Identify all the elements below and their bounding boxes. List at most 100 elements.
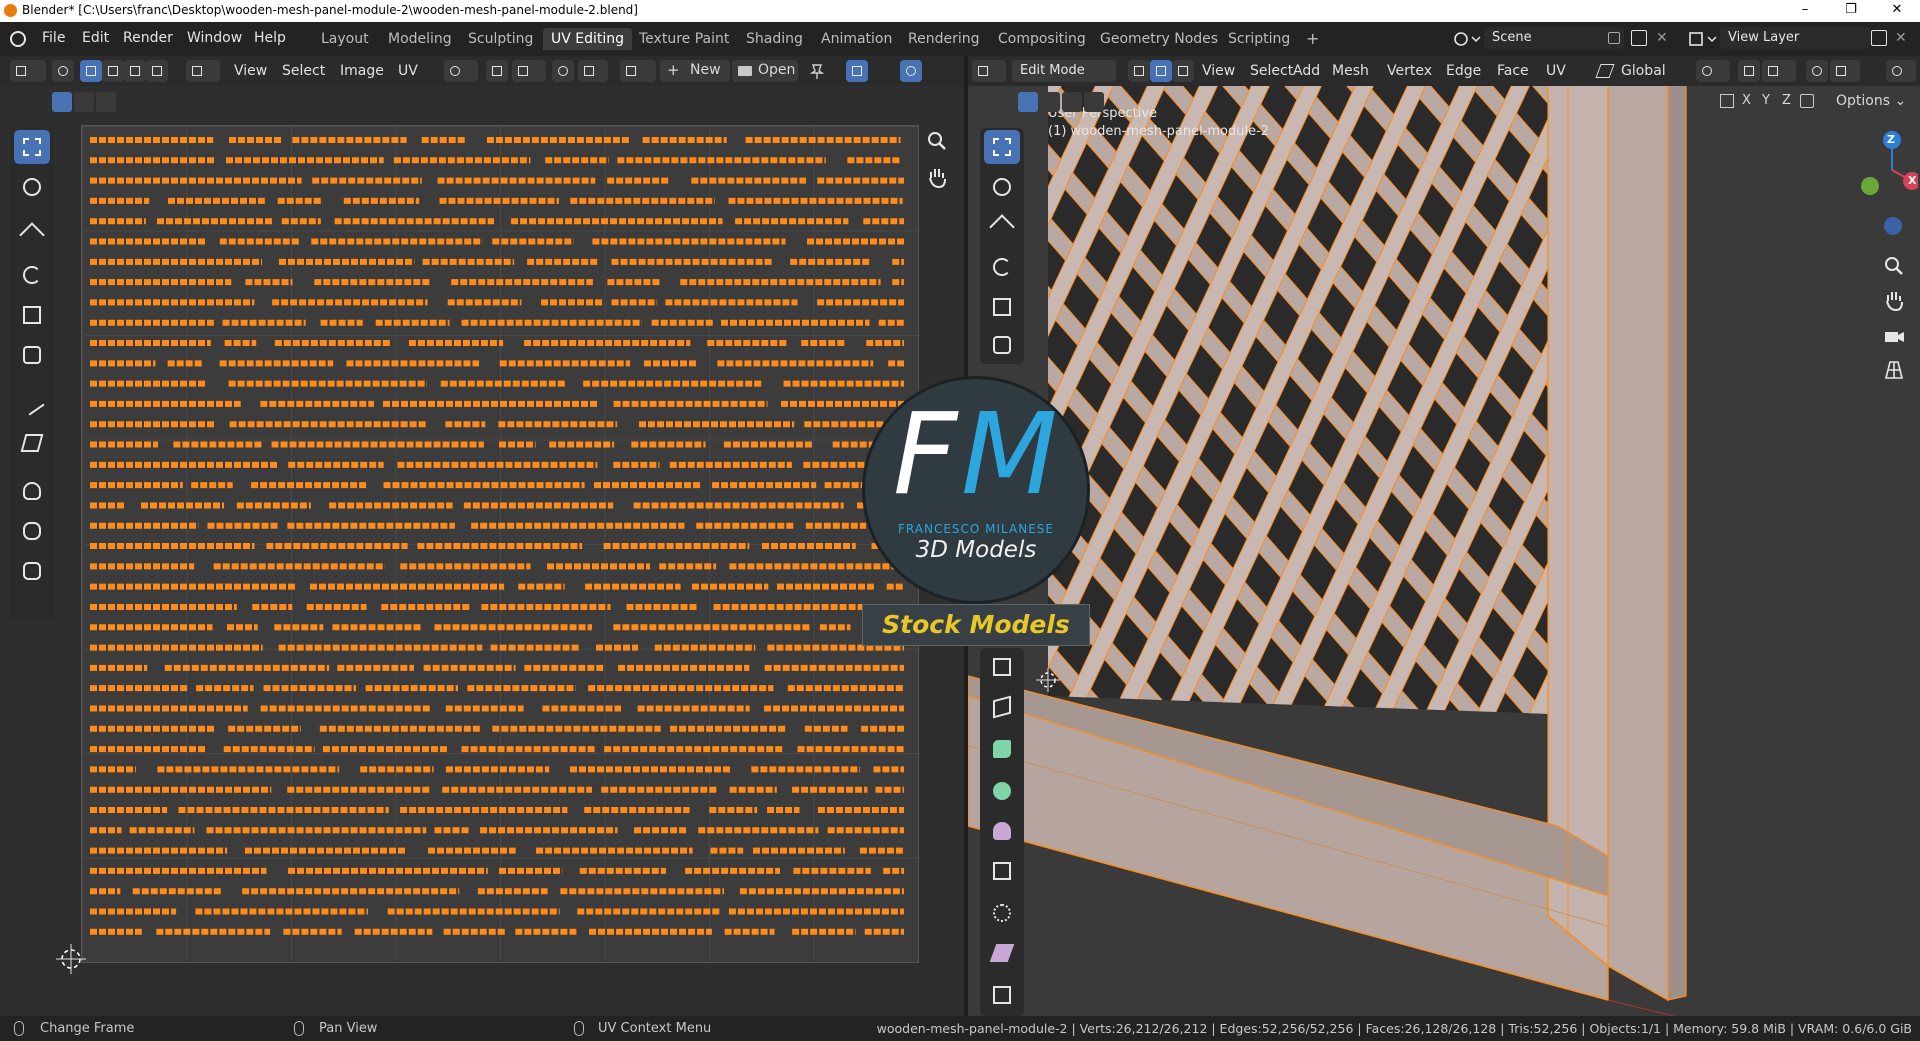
scene-browse-icon[interactable] [1452, 29, 1482, 49]
uv-editor[interactable]: View Select Image UV + New Open [0, 56, 964, 1016]
vp-select-subtract-icon[interactable] [1062, 92, 1082, 112]
tool-rotate[interactable] [14, 258, 50, 292]
mirror-x-toggle[interactable]: X [1742, 93, 1751, 108]
maximize-button[interactable]: ❐ [1828, 0, 1874, 22]
vp-tool-select-box[interactable] [984, 130, 1020, 164]
vp-menu-mesh[interactable]: Mesh [1332, 60, 1369, 82]
open-image-button[interactable]: Open [732, 60, 798, 82]
sticky-select-icon[interactable] [186, 60, 220, 82]
vp-select-intersect-icon[interactable] [1084, 92, 1104, 112]
viewport-editor-type-icon[interactable] [972, 60, 1006, 82]
vp-falloff-icon[interactable] [1830, 60, 1860, 82]
vp-tool-loop-cut[interactable] [984, 774, 1020, 808]
tab-geometry-nodes[interactable]: Geometry Nodes [1092, 28, 1226, 50]
vp-tool-extrude[interactable] [984, 650, 1020, 684]
vp-pan-icon[interactable] [1882, 288, 1906, 312]
menu-help[interactable]: Help [254, 30, 286, 46]
tab-shading[interactable]: Shading [738, 28, 811, 50]
menu-file[interactable]: File [42, 30, 65, 46]
uv-stretch-icon[interactable] [846, 60, 868, 82]
menu-edit[interactable]: Edit [82, 30, 109, 46]
tool-relax[interactable] [14, 514, 50, 548]
vp-tool-move[interactable] [984, 210, 1020, 244]
proportional-edit-icon[interactable] [552, 60, 574, 82]
vp-tool-spin[interactable] [984, 896, 1020, 930]
uv-menu-view[interactable]: View [234, 60, 267, 82]
vertex-select-icon[interactable] [80, 60, 102, 82]
image-browse-icon[interactable] [620, 60, 656, 82]
menu-render[interactable]: Render [123, 30, 173, 46]
vp-snap-target-icon[interactable] [1762, 60, 1796, 82]
tab-layout[interactable]: Layout [313, 28, 377, 50]
vp-menu-uv[interactable]: UV [1546, 60, 1566, 82]
vp-menu-edge[interactable]: Edge [1446, 60, 1481, 82]
tool-scale[interactable] [14, 298, 50, 332]
zoom-icon[interactable] [926, 130, 948, 152]
mode-dropdown[interactable]: Edit Mode [1012, 60, 1116, 82]
tool-grab[interactable] [14, 474, 50, 508]
auto-merge-icon[interactable] [1800, 94, 1814, 108]
snap-target-icon[interactable] [512, 60, 546, 82]
vp-menu-vertex[interactable]: Vertex [1387, 60, 1432, 82]
vp-menu-select[interactable]: Select [1250, 60, 1293, 82]
vp-tool-knife[interactable] [984, 814, 1020, 848]
3d-viewport[interactable]: User Perspective (1) wooden-mesh-panel-m… [968, 56, 1920, 1016]
tab-sculpting[interactable]: Sculpting [460, 28, 541, 50]
pivot-point-icon[interactable] [1696, 60, 1730, 82]
perspective-toggle-icon[interactable] [1882, 358, 1906, 382]
vp-tool-poly-build[interactable] [984, 854, 1020, 888]
editor-type-icon[interactable] [10, 60, 46, 82]
tool-rip-region[interactable] [14, 426, 50, 460]
vp-select-extend-icon[interactable] [1040, 92, 1060, 112]
face-mode-icon[interactable] [1172, 60, 1194, 82]
snap-icon[interactable] [486, 60, 508, 82]
select-subtract-icon[interactable] [96, 92, 116, 112]
tab-animation[interactable]: Animation [813, 28, 900, 50]
uv-menu-uv[interactable]: UV [398, 60, 418, 82]
tab-texture-paint[interactable]: Texture Paint [631, 28, 737, 50]
tool-pinch[interactable] [14, 554, 50, 588]
vp-zoom-icon[interactable] [1882, 254, 1906, 278]
tab-scripting[interactable]: Scripting [1220, 28, 1298, 50]
vp-tool-bevel[interactable] [984, 732, 1020, 766]
tool-select-box[interactable] [14, 130, 50, 164]
vp-tool-cursor[interactable] [984, 170, 1020, 204]
vp-menu-add[interactable]: Add [1293, 60, 1320, 82]
uv-grid[interactable] [81, 125, 919, 963]
tool-transform[interactable] [14, 338, 50, 372]
island-select-icon[interactable] [146, 60, 168, 82]
vp-tool-shear[interactable] [984, 978, 1020, 1012]
select-extend-icon[interactable] [74, 92, 94, 112]
vp-menu-view[interactable]: View [1202, 60, 1235, 82]
transform-orientation-dropdown[interactable]: Global [1621, 60, 1666, 82]
vp-tool-inset[interactable] [984, 690, 1020, 724]
falloff-icon[interactable] [578, 60, 608, 82]
pin-icon[interactable] [1608, 32, 1620, 44]
close-button[interactable]: ✕ [1874, 0, 1920, 22]
select-new-icon[interactable] [52, 92, 72, 112]
new-image-button[interactable]: + New [660, 60, 730, 82]
vp-tool-rotate[interactable] [984, 250, 1020, 284]
2d-cursor-icon[interactable] [56, 944, 86, 974]
vp-select-new-icon[interactable] [1018, 92, 1038, 112]
new-scene-icon[interactable] [1631, 30, 1647, 46]
mirror-y-toggle[interactable]: Y [1762, 93, 1770, 108]
camera-icon[interactable] [1882, 324, 1906, 348]
mirror-z-toggle[interactable]: Z [1782, 93, 1791, 108]
uv-sync-icon[interactable] [52, 60, 74, 82]
vertex-mode-icon[interactable] [1128, 60, 1150, 82]
uv-menu-select[interactable]: Select [282, 60, 325, 82]
visibility-icon[interactable] [1886, 60, 1916, 82]
blender-menu-icon[interactable] [10, 31, 26, 47]
options-dropdown[interactable]: Options ⌄ [1836, 90, 1906, 112]
overlays-icon[interactable] [900, 60, 922, 82]
tab-modeling[interactable]: Modeling [380, 28, 460, 50]
delete-view-layer-icon[interactable]: ✕ [1895, 30, 1907, 46]
uv-menu-image[interactable]: Image [340, 60, 384, 82]
new-view-layer-icon[interactable] [1871, 30, 1887, 46]
tab-compositing[interactable]: Compositing [990, 28, 1094, 50]
edge-select-icon[interactable] [102, 60, 124, 82]
menu-window[interactable]: Window [187, 30, 242, 46]
delete-scene-icon[interactable]: ✕ [1656, 30, 1668, 46]
pivot-icon[interactable] [444, 60, 478, 82]
